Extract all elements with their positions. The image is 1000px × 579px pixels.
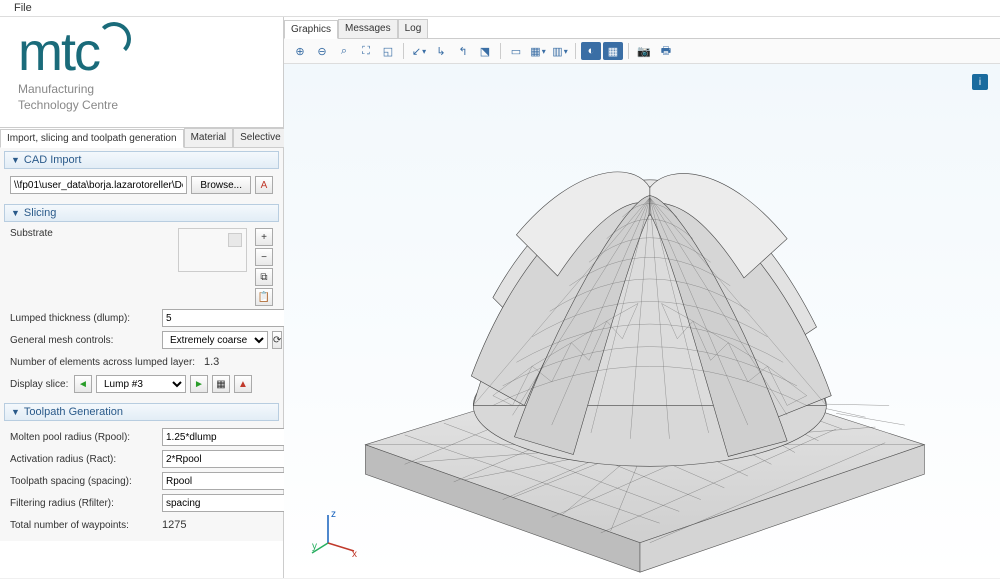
right-panel: Graphics Messages Log ⊕ ⊖ ⌕ ⛶ ◱ ↙▾ ↳ ↰ ⬔… <box>284 17 1000 578</box>
collapse-icon: ▼ <box>11 407 20 417</box>
zoom-in-icon[interactable]: ⊕ <box>290 42 310 60</box>
axes-triad: z x y <box>312 509 362 562</box>
tab-messages[interactable]: Messages <box>338 19 398 38</box>
collapse-icon: ▼ <box>11 208 20 218</box>
logo: mtc <box>18 31 265 74</box>
filter-radius-input[interactable] <box>162 494 302 512</box>
tab-material[interactable]: Material <box>184 128 234 147</box>
activation-radius-input[interactable] <box>162 450 302 468</box>
graphics-canvas[interactable]: i <box>284 64 1000 578</box>
substrate-label: Substrate <box>10 228 70 239</box>
substrate-add-icon[interactable]: + <box>255 228 273 246</box>
nelem-label: Number of elements across lumped layer: <box>10 357 200 368</box>
menu-file[interactable]: File <box>8 0 38 16</box>
lumped-thickness-label: Lumped thickness (dlump): <box>10 313 158 324</box>
left-panel: mtc ManufacturingTechnology Centre Impor… <box>0 17 284 578</box>
svg-text:x: x <box>352 549 357 560</box>
scene-light-icon[interactable]: ◐ <box>581 42 601 60</box>
right-tabs: Graphics Messages Log <box>284 17 1000 39</box>
graphics-toolbar: ⊕ ⊖ ⌕ ⛶ ◱ ↙▾ ↳ ↰ ⬔ ▭ ▦▾ ▥▾ ◐ ▦ 📷 🖶 <box>284 39 1000 64</box>
next-slice-icon[interactable]: ► <box>190 375 208 393</box>
svg-text:z: z <box>331 509 336 520</box>
section-slicing[interactable]: ▼ Slicing <box>4 204 279 222</box>
molten-pool-input[interactable] <box>162 428 302 446</box>
spacing-input[interactable] <box>162 472 302 490</box>
slice-view-icon[interactable]: ▦ <box>212 375 230 393</box>
slicing-body: Substrate + − ⧉ 📋 Lumped thickness (dlum… <box>4 222 279 400</box>
lumped-thickness-input[interactable] <box>162 309 302 327</box>
main-container: mtc ManufacturingTechnology Centre Impor… <box>0 17 1000 578</box>
mesh-controls-label: General mesh controls: <box>10 335 158 346</box>
select-none-icon[interactable]: ▥▾ <box>550 42 570 60</box>
import-action-icon[interactable]: A <box>255 176 273 194</box>
display-slice-select[interactable]: Lump #3 <box>96 375 186 393</box>
cad-path-input[interactable] <box>10 176 187 194</box>
mesh-action-icon[interactable]: ⟳ <box>272 331 282 349</box>
section-cad-import[interactable]: ▼ CAD Import <box>4 151 279 169</box>
cad-import-body: Browse... A <box>4 169 279 201</box>
snapshot-icon[interactable]: 📷 <box>634 42 654 60</box>
mesh-render <box>292 72 988 578</box>
view-xy-icon[interactable]: ↙▾ <box>409 42 429 60</box>
select-all-icon[interactable]: ▦▾ <box>528 42 548 60</box>
zoom-extents-icon[interactable]: ⛶ <box>356 42 376 60</box>
substrate-preview[interactable] <box>178 228 247 272</box>
zoom-out-icon[interactable]: ⊖ <box>312 42 332 60</box>
print-icon[interactable]: 🖶 <box>656 42 676 60</box>
logo-text: mtc <box>18 31 99 74</box>
toolpath-body: Molten pool radius (Rpool): ⟳ Activation… <box>4 421 279 541</box>
filter-radius-label: Filtering radius (Rfilter): <box>10 498 158 509</box>
substrate-remove-icon[interactable]: − <box>255 248 273 266</box>
left-tabs-row: Import, slicing and toolpath generation … <box>0 128 283 148</box>
substrate-copy-icon[interactable]: ⧉ <box>255 268 273 286</box>
zoom-selected-icon[interactable]: ◱ <box>378 42 398 60</box>
slice-mesh-icon[interactable]: ▲ <box>234 375 252 393</box>
select-icon[interactable]: ▭ <box>506 42 526 60</box>
prev-slice-icon[interactable]: ◄ <box>74 375 92 393</box>
display-slice-label: Display slice: <box>10 379 70 390</box>
nelem-value: 1.3 <box>204 356 219 368</box>
logo-area: mtc ManufacturingTechnology Centre <box>0 17 283 123</box>
logo-subtitle: ManufacturingTechnology Centre <box>18 82 265 113</box>
mesh-controls-select[interactable]: Extremely coarse <box>162 331 268 349</box>
svg-text:y: y <box>312 541 317 552</box>
collapse-icon: ▼ <box>11 155 20 165</box>
left-tabs-panel: Import, slicing and toolpath generation … <box>0 127 283 541</box>
view-default-icon[interactable]: ⬔ <box>475 42 495 60</box>
section-toolpath[interactable]: ▼ Toolpath Generation <box>4 403 279 421</box>
tab-log[interactable]: Log <box>398 19 429 38</box>
view-yz-icon[interactable]: ↳ <box>431 42 451 60</box>
substrate-paste-icon[interactable]: 📋 <box>255 288 273 306</box>
menubar: File <box>0 0 1000 17</box>
tab-graphics[interactable]: Graphics <box>284 20 338 39</box>
molten-pool-label: Molten pool radius (Rpool): <box>10 432 158 443</box>
tab-import[interactable]: Import, slicing and toolpath generation <box>0 129 184 148</box>
waypoints-value: 1275 <box>162 519 186 531</box>
transparency-icon[interactable]: ▦ <box>603 42 623 60</box>
activation-radius-label: Activation radius (Ract): <box>10 454 158 465</box>
view-xz-icon[interactable]: ↰ <box>453 42 473 60</box>
browse-button[interactable]: Browse... <box>191 176 251 194</box>
zoom-box-icon[interactable]: ⌕ <box>334 42 354 60</box>
spacing-label: Toolpath spacing (spacing): <box>10 476 158 487</box>
waypoints-label: Total number of waypoints: <box>10 520 158 531</box>
logo-arc-icon <box>97 22 131 56</box>
